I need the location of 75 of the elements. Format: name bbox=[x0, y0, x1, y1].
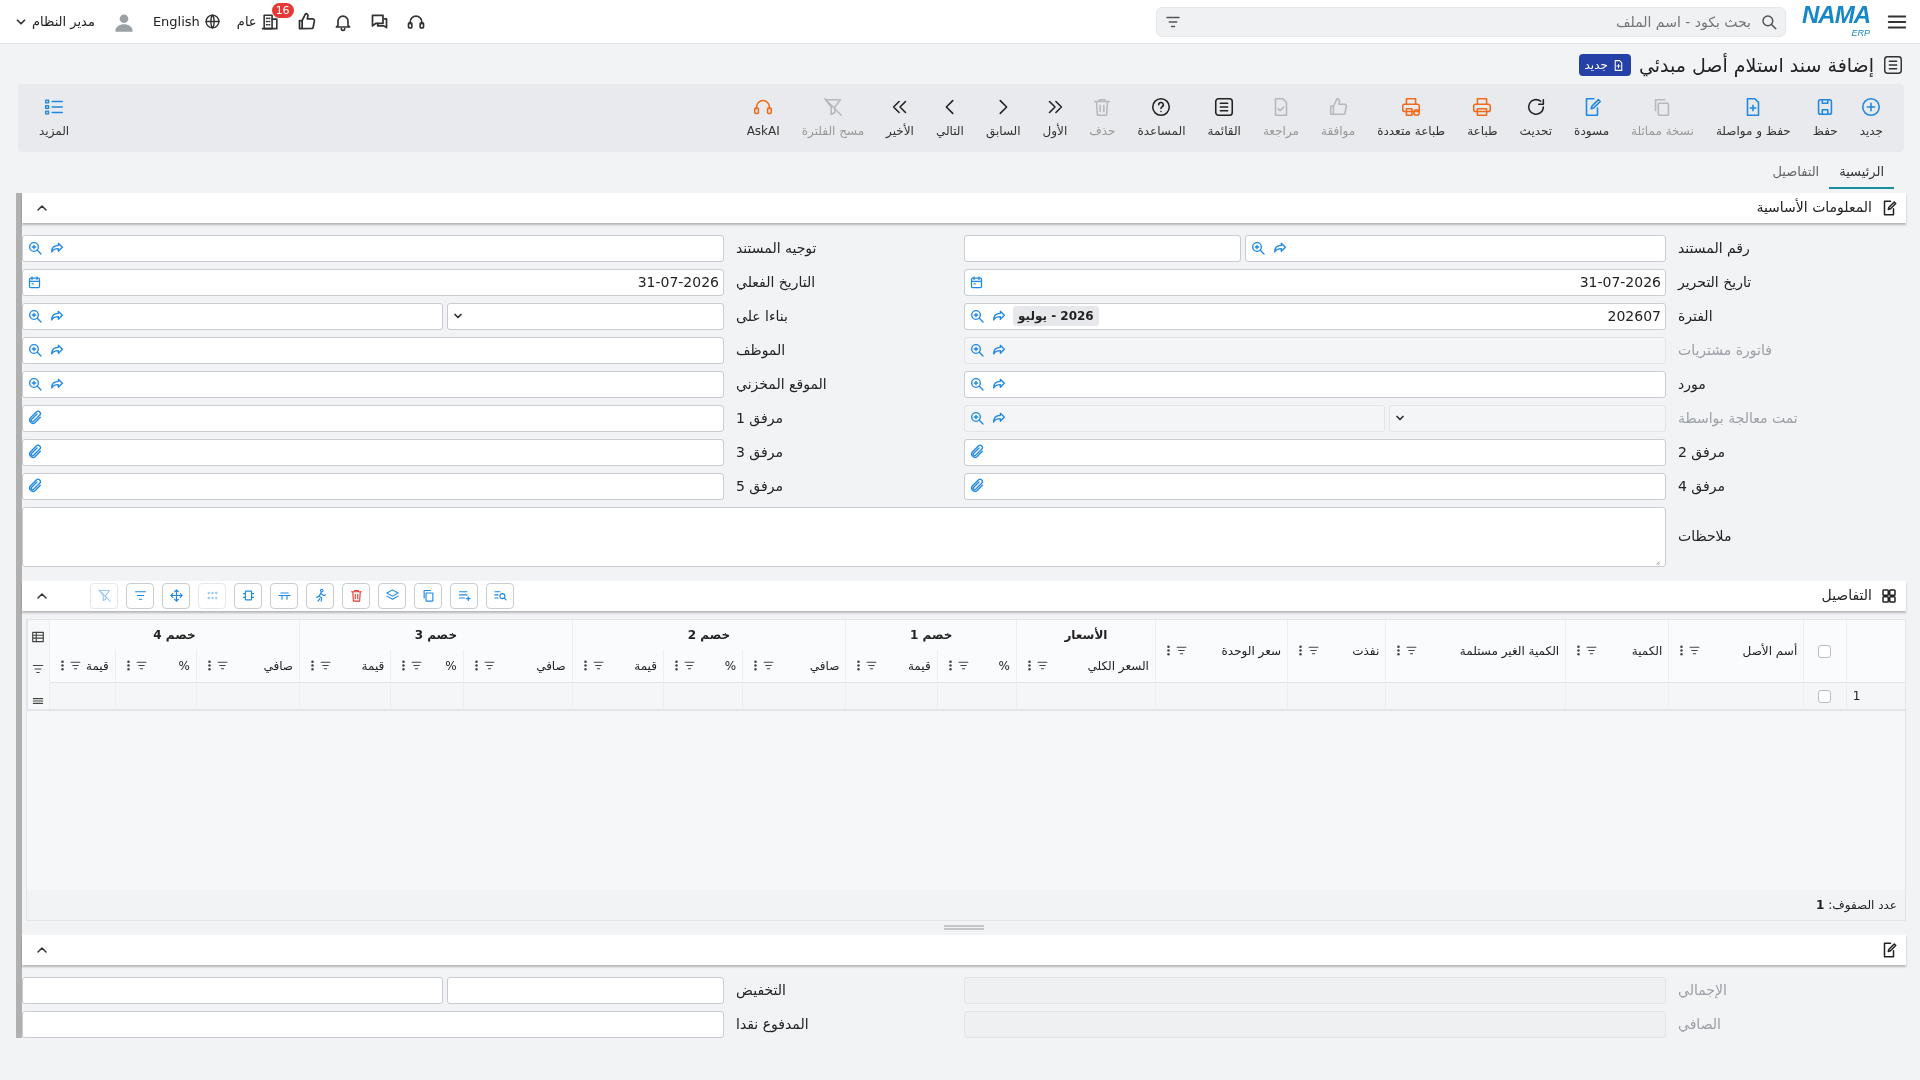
field-label: مرفق 3 bbox=[735, 442, 784, 463]
logo: NAMA bbox=[1802, 2, 1870, 27]
toolbar-button[interactable]: المساعدة bbox=[1126, 96, 1197, 140]
column-header[interactable]: الكمية الغير مستلمة bbox=[1459, 641, 1560, 660]
column-header[interactable]: % bbox=[998, 656, 1010, 675]
section-title: التفاصيل bbox=[1821, 586, 1872, 605]
column-header[interactable]: قيمة bbox=[361, 656, 385, 675]
field-label: الإجمالي bbox=[1677, 980, 1728, 1000]
toolbar-button[interactable]: الأول bbox=[1031, 96, 1079, 140]
toolbar-button[interactable]: التالي bbox=[924, 96, 975, 140]
column-header[interactable]: أسم الأصل bbox=[1742, 641, 1798, 660]
field-label: الفترة bbox=[1677, 306, 1714, 327]
row-number: 1 bbox=[1852, 688, 1861, 703]
status-badge: جديد bbox=[1578, 54, 1631, 76]
field-label: التخفيض bbox=[735, 980, 787, 1001]
field-label: تمت معالجة بواسطة bbox=[1677, 408, 1799, 429]
toolbar-button[interactable]: مسودة bbox=[1563, 96, 1621, 140]
column-header[interactable]: قيمة bbox=[634, 656, 657, 675]
period-chip: 2026 - يوليو bbox=[1013, 306, 1099, 326]
logo-subtitle: ERP bbox=[1851, 26, 1870, 40]
column-group-header: الأسعار bbox=[1016, 619, 1156, 650]
column-header[interactable]: نفذت bbox=[1352, 641, 1380, 660]
tab[interactable]: التفاصيل bbox=[1762, 158, 1830, 189]
column-header[interactable]: سعر الوحدة bbox=[1221, 641, 1282, 660]
notification-badge: 16 bbox=[271, 3, 294, 18]
language-selector[interactable]: English bbox=[152, 11, 221, 32]
date-field[interactable]: 31-07-2026 bbox=[964, 268, 1666, 296]
user-menu[interactable]: مدير النظام bbox=[14, 11, 95, 32]
field-label: الصافي bbox=[1677, 1014, 1722, 1034]
field-label: فاتورة مشتريات bbox=[1677, 340, 1773, 361]
toolbar-button[interactable]: القائمة bbox=[1196, 96, 1252, 140]
toolbar-button[interactable]: طباعة متعددة bbox=[1366, 96, 1457, 140]
toolbar-button[interactable]: حفظ bbox=[1801, 96, 1849, 140]
field-label: مرفق 2 bbox=[1677, 442, 1726, 463]
field-label: بناءا على bbox=[735, 306, 789, 326]
toolbar-button[interactable]: حفظ و مواصلة bbox=[1704, 96, 1802, 140]
field-label: مرفق 4 bbox=[1677, 476, 1726, 497]
field-label: مرفق 5 bbox=[735, 476, 784, 497]
more-button[interactable]: المزيد bbox=[28, 96, 81, 140]
toolbar-button[interactable]: جديد bbox=[1848, 96, 1894, 140]
column-group-header: خصم 4 bbox=[49, 619, 300, 650]
field-value: 31-07-2026 bbox=[637, 272, 719, 292]
column-header[interactable]: صافي bbox=[809, 656, 840, 675]
page-title: إضافة سند استلام أصل مبدئي bbox=[1638, 52, 1874, 79]
field-label: تاريخ التحرير bbox=[1676, 272, 1753, 293]
toolbar-button[interactable]: طباعة bbox=[1456, 96, 1509, 140]
date-field[interactable]: 31-07-2026 bbox=[22, 268, 724, 296]
field-label: رقم المستند bbox=[1677, 238, 1751, 259]
field-label: توجيه المستند bbox=[735, 238, 818, 259]
column-header[interactable]: % bbox=[724, 656, 737, 675]
toolbar-button[interactable]: AskAI bbox=[735, 96, 791, 140]
field-value: 31-07-2026 bbox=[1579, 272, 1661, 292]
column-header[interactable]: قيمة bbox=[907, 656, 931, 675]
tab[interactable]: الرئيسية bbox=[1829, 158, 1894, 189]
section-title: المعلومات الأساسية bbox=[1756, 197, 1872, 218]
toolbar-button[interactable]: السابق bbox=[974, 96, 1032, 140]
field-label: الموقع المخزني bbox=[735, 374, 828, 395]
field-value: 202607 bbox=[1607, 306, 1661, 326]
toolbar-button[interactable]: تحديث bbox=[1508, 96, 1564, 140]
column-group-header: خصم 3 bbox=[299, 619, 573, 650]
column-header[interactable]: الكمية bbox=[1631, 641, 1663, 660]
column-header[interactable]: % bbox=[178, 656, 190, 675]
field-label: مورد bbox=[1677, 374, 1707, 395]
search-field[interactable]: بحث بكود - اسم الملف bbox=[1156, 6, 1786, 37]
field-label: مرفق 1 bbox=[735, 408, 784, 429]
field-label: الموظف bbox=[735, 340, 787, 361]
toolbar-button[interactable]: الأخير bbox=[875, 96, 925, 140]
column-group-header: خصم 2 bbox=[572, 619, 846, 650]
column-header[interactable]: % bbox=[445, 656, 457, 675]
field-label: المدفوع نقدا bbox=[735, 1014, 810, 1035]
field-label: ملاحظات bbox=[1677, 527, 1733, 546]
column-header[interactable]: صافي bbox=[263, 656, 294, 675]
column-group-header: خصم 1 bbox=[845, 619, 1017, 650]
field-label: التاريخ الفعلي bbox=[735, 272, 817, 293]
column-header[interactable]: صافي bbox=[536, 656, 566, 675]
